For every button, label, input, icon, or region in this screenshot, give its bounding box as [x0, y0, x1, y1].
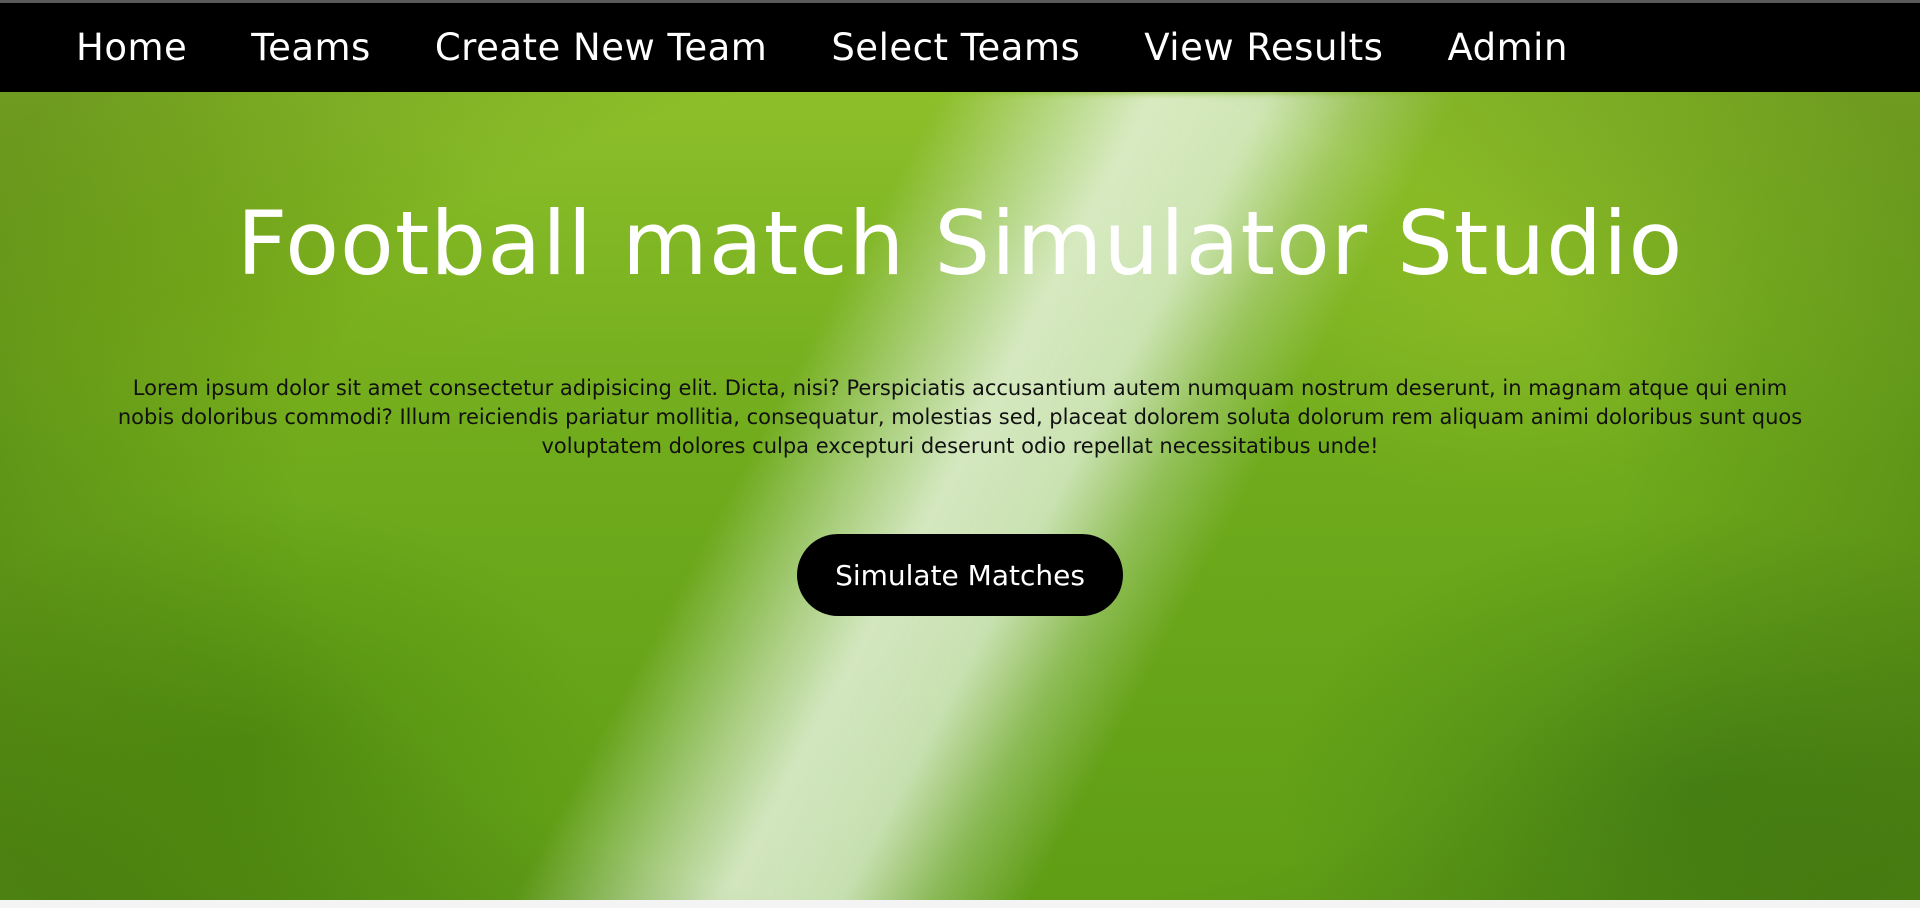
nav-item-admin[interactable]: Admin — [1447, 26, 1567, 69]
hero-description: Lorem ipsum dolor sit amet consectetur a… — [117, 376, 1803, 458]
nav-item-select-teams[interactable]: Select Teams — [831, 26, 1080, 69]
hero-title: Football match Simulator Studio — [236, 192, 1684, 295]
nav-item-teams[interactable]: Teams — [251, 26, 371, 69]
hero-bottom-border — [0, 900, 1920, 908]
simulate-matches-button[interactable]: Simulate Matches — [797, 534, 1123, 616]
hero-section: Football match Simulator Studio Lorem ip… — [0, 92, 1920, 908]
top-navbar: Home Teams Create New Team Select Teams … — [0, 0, 1920, 92]
nav-item-create-new-team[interactable]: Create New Team — [435, 26, 767, 69]
nav-item-home[interactable]: Home — [76, 26, 187, 69]
nav-item-view-results[interactable]: View Results — [1144, 26, 1383, 69]
